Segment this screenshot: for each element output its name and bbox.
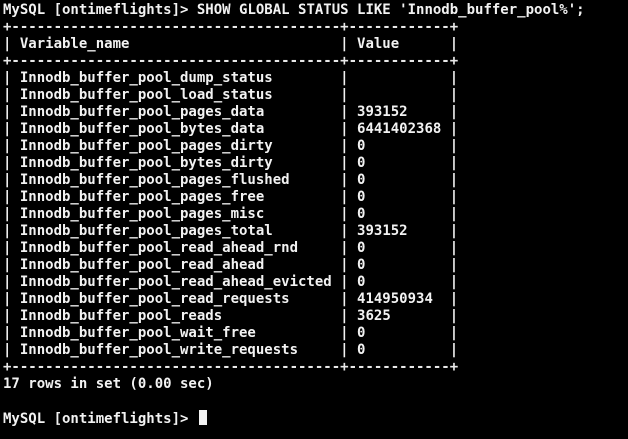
table-row: | Innodb_buffer_pool_pages_total | 39315… xyxy=(3,223,459,239)
table-row: | Innodb_buffer_pool_wait_free | 0 | xyxy=(3,325,459,341)
header-variable-name: Variable_name xyxy=(19,36,130,52)
command-line: MySQL [ontimeflights]> SHOW GLOBAL STATU… xyxy=(3,2,625,19)
input-line[interactable]: MySQL [ontimeflights]> xyxy=(3,410,625,427)
cell-variable-name: Innodb_buffer_pool_pages_dirty xyxy=(19,138,273,154)
prompt: MySQL [ontimeflights]> xyxy=(3,2,197,18)
cell-variable-name: Innodb_buffer_pool_bytes_data xyxy=(19,121,265,137)
cell-variable-name: Innodb_buffer_pool_dump_status xyxy=(19,70,273,86)
table-row: | Innodb_buffer_pool_load_status | | xyxy=(3,87,459,103)
cell-variable-name: Innodb_buffer_pool_bytes_dirty xyxy=(19,155,273,171)
cell-variable-name: Innodb_buffer_pool_read_ahead_evicted xyxy=(19,274,332,290)
table-row: | Innodb_buffer_pool_read_ahead | 0 | xyxy=(3,257,459,273)
cell-variable-name: Innodb_buffer_pool_pages_total xyxy=(19,223,273,239)
table-row: | Innodb_buffer_pool_bytes_dirty | 0 | xyxy=(3,155,459,171)
table-row: | Innodb_buffer_pool_pages_data | 393152… xyxy=(3,104,459,120)
cell-variable-name: Innodb_buffer_pool_read_requests xyxy=(19,291,290,307)
table-row: | Innodb_buffer_pool_read_ahead_evicted … xyxy=(3,274,459,290)
table-row: | Innodb_buffer_pool_pages_dirty | 0 | xyxy=(3,138,459,154)
table-row: | Innodb_buffer_pool_pages_free | 0 | xyxy=(3,189,459,205)
cell-variable-name: Innodb_buffer_pool_read_ahead_rnd xyxy=(19,240,299,256)
table-row: | Innodb_buffer_pool_write_requests | 0 … xyxy=(3,342,459,358)
cell-variable-name: Innodb_buffer_pool_pages_data xyxy=(19,104,265,120)
table-border-top: +---------------------------------------… xyxy=(3,19,459,35)
terminal-window[interactable]: MySQL [ontimeflights]> SHOW GLOBAL STATU… xyxy=(3,2,625,437)
header-value: Value xyxy=(357,36,400,52)
command-text: SHOW GLOBAL STATUS LIKE 'Innodb_buffer_p… xyxy=(196,2,585,18)
table-row: | Innodb_buffer_pool_dump_status | | xyxy=(3,70,459,86)
table-header-row: | Variable_name | Value | xyxy=(3,36,459,52)
cell-variable-name: Innodb_buffer_pool_load_status xyxy=(19,87,273,103)
table-border-bottom: +---------------------------------------… xyxy=(3,359,459,375)
table-row: | Innodb_buffer_pool_pages_misc | 0 | xyxy=(3,206,459,222)
result-summary: 17 rows in set (0.00 sec) xyxy=(3,376,214,392)
result-rows: | Innodb_buffer_pool_dump_status | | | In… xyxy=(3,70,625,359)
cell-variable-name: Innodb_buffer_pool_pages_free xyxy=(19,189,265,205)
cell-variable-name: Innodb_buffer_pool_wait_free xyxy=(19,325,256,341)
cell-variable-name: Innodb_buffer_pool_write_requests xyxy=(19,342,299,358)
cell-value: 6441402368 xyxy=(357,121,442,137)
cell-value: 3625 xyxy=(357,308,391,324)
cell-value: 393152 xyxy=(357,223,408,239)
table-row: | Innodb_buffer_pool_read_ahead_rnd | 0 … xyxy=(3,240,459,256)
cell-value: 414950934 xyxy=(357,291,433,307)
cell-variable-name: Innodb_buffer_pool_pages_misc xyxy=(19,206,265,222)
cell-variable-name: Innodb_buffer_pool_read_ahead xyxy=(19,257,265,273)
cell-variable-name: Innodb_buffer_pool_pages_flushed xyxy=(19,172,290,188)
table-row: | Innodb_buffer_pool_bytes_data | 644140… xyxy=(3,121,459,137)
table-border-mid: +---------------------------------------… xyxy=(3,53,459,69)
table-row: | Innodb_buffer_pool_pages_flushed | 0 | xyxy=(3,172,459,188)
cell-value: 393152 xyxy=(357,104,408,120)
cell-variable-name: Innodb_buffer_pool_reads xyxy=(19,308,223,324)
table-row: | Innodb_buffer_pool_read_requests | 414… xyxy=(3,291,459,307)
next-prompt: MySQL [ontimeflights]> xyxy=(3,411,197,427)
text-cursor xyxy=(198,410,207,425)
table-row: | Innodb_buffer_pool_reads | 3625 | xyxy=(3,308,459,324)
